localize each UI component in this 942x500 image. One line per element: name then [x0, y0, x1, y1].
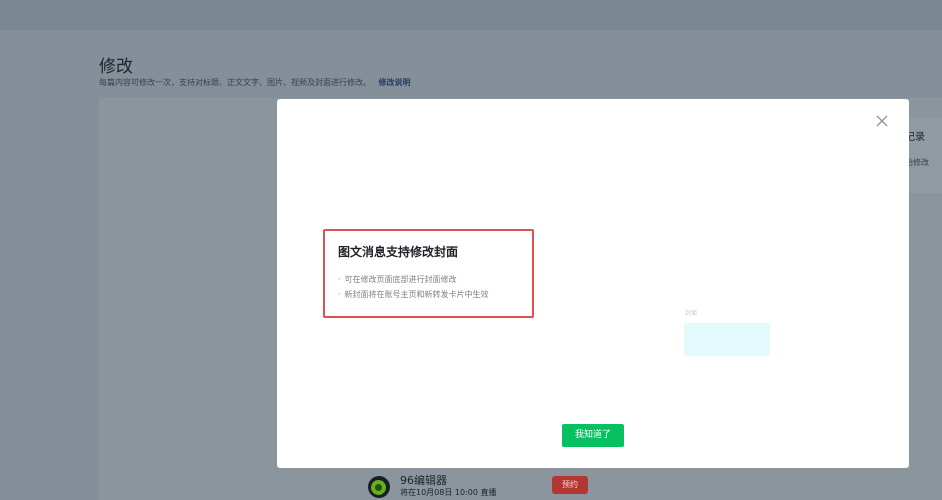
page-description-text: 每篇内容可修改一次，支持对标题、正文文字、图片、视频及封面进行修改。: [99, 78, 371, 87]
edit-instructions-link[interactable]: 修改说明: [379, 78, 411, 87]
notice-highlight-box: 图文消息支持修改封面 · 可在修改页面底部进行封面修改 · 新封面将在账号主页和新转…: [323, 229, 534, 318]
avatar-shell: [371, 480, 386, 495]
notice-line: · 可在修改页面底部进行封面修改: [338, 274, 457, 285]
notice-line-text: 新封面将在账号主页和新转发卡片中生效: [344, 290, 489, 299]
notice-modal: 图文消息支持修改封面 · 可在修改页面底部进行封面修改 · 新封面将在账号主页和新转…: [277, 99, 909, 468]
reserve-button[interactable]: 预约: [552, 476, 588, 494]
cover-preview: [684, 323, 770, 356]
page-title: 修改: [99, 57, 133, 77]
notice-line-text: 可在修改页面底部进行封面修改: [344, 275, 457, 284]
notice-title: 图文消息支持修改封面: [338, 245, 459, 259]
got-it-button[interactable]: 我知道了: [562, 424, 624, 447]
close-icon[interactable]: [875, 114, 889, 128]
snail-avatar-icon: [368, 476, 390, 498]
live-time: 将在10月08日 10:00 直播: [400, 488, 497, 497]
page-description: 每篇内容可修改一次，支持对标题、正文文字、图片、视频及封面进行修改。 修改说明: [99, 77, 411, 88]
bullet-dot: ·: [338, 290, 341, 299]
cover-label: 封面: [685, 310, 698, 317]
bullet-dot: ·: [338, 275, 341, 284]
live-preview-item: 96编辑器 将在10月08日 10:00 直播 预约: [368, 472, 608, 500]
notice-line: · 新封面将在账号主页和新转发卡片中生效: [338, 289, 489, 300]
account-name: 96编辑器: [400, 474, 447, 487]
top-nav-bar: [0, 0, 942, 30]
